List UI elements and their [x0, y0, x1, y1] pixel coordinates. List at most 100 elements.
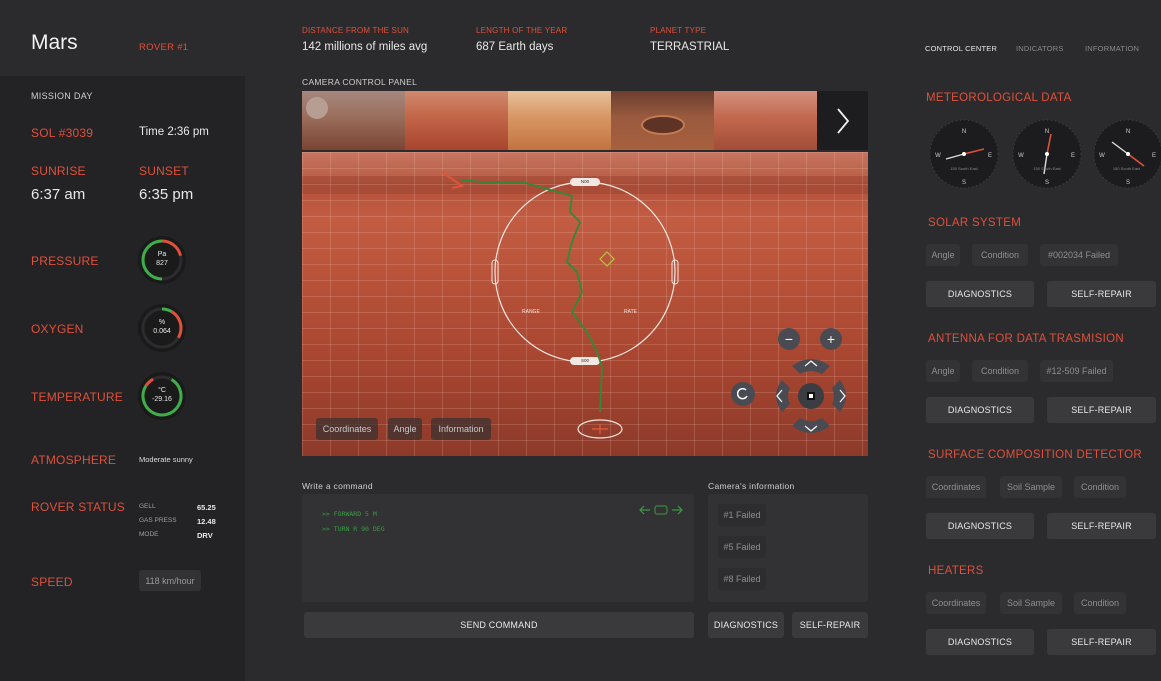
atmosphere-value: Moderate sunny — [139, 455, 193, 464]
fact-year: LENGTH OF THE YEAR 687 Earth days — [476, 26, 567, 53]
oxygen-value: 0.064 — [153, 328, 171, 335]
hud-range-label: RANGE — [522, 309, 540, 315]
surface-detector-title: SURFACE COMPOSITION DETECTOR — [928, 449, 1142, 461]
status-row: GELL 65.25 — [139, 503, 219, 512]
nav-information[interactable]: INFORMATION — [1085, 44, 1139, 53]
svg-text:E: E — [1071, 153, 1075, 159]
solar-diagnostics-button[interactable]: DIAGNOSTICS — [926, 281, 1034, 307]
fact-value: 687 Earth days — [476, 41, 554, 53]
sol-label: SOL #3039 — [31, 126, 94, 140]
solar-system-title: SOLAR SYSTEM — [928, 217, 1022, 229]
status-row: MODE DRV — [139, 531, 219, 540]
svg-text:S: S — [1045, 180, 1049, 186]
svg-text:N: N — [1045, 129, 1049, 135]
direction-pad[interactable] — [768, 356, 854, 436]
camera-thumbnail[interactable] — [405, 91, 508, 150]
nav-indicators[interactable]: INDICATORS — [1016, 44, 1064, 53]
status-key: GELL — [139, 503, 156, 510]
camera-angle-button[interactable]: Angle — [388, 418, 422, 440]
heaters-condition-chip[interactable]: Condition — [1074, 592, 1126, 614]
rover-label[interactable]: ROVER #1 — [139, 42, 188, 53]
svg-text:W: W — [935, 153, 941, 159]
fact-label: DISTANCE FROM THE SUN — [302, 26, 410, 35]
command-input[interactable]: >> FORWARD 5 M >> TURN R 90 DEG — [302, 494, 694, 602]
camera-main-view[interactable]: N00 S00 RANGE RATE Coordinates Angle Inf… — [302, 152, 868, 456]
camera-coordinates-button[interactable]: Coordinates — [316, 418, 378, 440]
heaters-coordinates-chip[interactable]: Coordinates — [926, 592, 986, 614]
antenna-diagnostics-button[interactable]: DIAGNOSTICS — [926, 397, 1034, 423]
fact-value: 142 millions of miles avg — [302, 41, 428, 53]
camera-thumbnail[interactable] — [714, 91, 817, 150]
status-value: 65.25 — [197, 503, 216, 512]
command-cursor-controls-icon[interactable] — [638, 503, 684, 515]
zoom-out-button[interactable]: − — [778, 328, 800, 350]
heaters-self-repair-button[interactable]: SELF-REPAIR — [1047, 629, 1156, 655]
antenna-title: ANTENNA FOR DATA TRASMISION — [928, 333, 1124, 345]
status-value: 12.48 — [197, 517, 216, 526]
temperature-unit: °C — [158, 387, 166, 394]
fact-label: LENGTH OF THE YEAR — [476, 26, 568, 35]
atmosphere-label: ATMOSPHERE — [31, 453, 117, 467]
camera-thumbnail-strip — [302, 91, 868, 150]
heaters-diagnostics-button[interactable]: DIAGNOSTICS — [926, 629, 1034, 655]
pressure-value: 827 — [156, 260, 168, 267]
solar-condition-chip[interactable]: Condition — [972, 244, 1028, 266]
surface-coordinates-chip[interactable]: Coordinates — [926, 476, 986, 498]
solar-angle-chip[interactable]: Angle — [926, 244, 960, 266]
compass-dial: N S W E 150 South East — [1011, 118, 1083, 190]
solar-self-repair-button[interactable]: SELF-REPAIR — [1047, 281, 1156, 307]
sunrise-label: SUNRISE — [31, 164, 86, 178]
meteo-title: METEOROLOGICAL DATA — [926, 92, 1072, 104]
camera-thumbnail[interactable] — [508, 91, 611, 150]
sunrise-time: 6:37 am — [31, 186, 86, 203]
camera-info-label: Camera's information — [708, 481, 795, 491]
svg-text:N: N — [1126, 129, 1130, 135]
antenna-angle-chip[interactable]: Angle — [926, 360, 960, 382]
hud-heading-bottom: S00 — [580, 358, 589, 363]
rover-status-label: ROVER STATUS — [31, 500, 125, 514]
heaters-soil-sample-chip[interactable]: Soil Sample — [1000, 592, 1062, 614]
antenna-condition-chip[interactable]: Condition — [972, 360, 1028, 382]
oxygen-label: OXYGEN — [31, 322, 84, 336]
camera-diagnostics-button[interactable]: DIAGNOSTICS — [708, 612, 784, 638]
antenna-self-repair-button[interactable]: SELF-REPAIR — [1047, 397, 1156, 423]
camera-self-repair-button[interactable]: SELF-REPAIR — [792, 612, 868, 638]
camera-failure-chip[interactable]: #1 Failed — [718, 504, 766, 526]
svg-text:W: W — [1099, 153, 1105, 159]
fact-distance: DISTANCE FROM THE SUN 142 millions of mi… — [302, 26, 427, 53]
temperature-label: TEMPERATURE — [31, 390, 123, 404]
surface-self-repair-button[interactable]: SELF-REPAIR — [1047, 513, 1156, 539]
hud-heading-top: N00 — [580, 179, 590, 184]
speed-label: SPEED — [31, 575, 73, 589]
pressure-unit: Pa — [157, 251, 167, 258]
compass-dial: N S W E 150 South East — [1092, 118, 1161, 190]
solar-failure-chip[interactable]: #002034 Failed — [1040, 244, 1118, 266]
compass-caption: 150 South East — [1033, 166, 1061, 171]
svg-text:N: N — [962, 129, 966, 135]
compass-caption: 150 South East — [1112, 166, 1141, 171]
antenna-failure-chip[interactable]: #12-509 Failed — [1040, 360, 1113, 382]
rotate-icon[interactable] — [731, 382, 755, 406]
camera-failure-chip[interactable]: #5 Failed — [718, 536, 766, 558]
camera-information-button[interactable]: Information — [431, 418, 491, 440]
compass-caption: 150 South East — [950, 166, 978, 171]
camera-thumbnail[interactable] — [611, 91, 714, 150]
hud-rate-label: RATE — [624, 309, 637, 315]
surface-condition-chip[interactable]: Condition — [1074, 476, 1126, 498]
speed-value: 118 km/hour — [139, 570, 201, 591]
surface-soil-sample-chip[interactable]: Soil Sample — [1000, 476, 1062, 498]
surface-diagnostics-button[interactable]: DIAGNOSTICS — [926, 513, 1034, 539]
nav-control-center[interactable]: CONTROL CENTER — [925, 44, 997, 53]
compass-dial: N S W E 150 South East — [928, 118, 1000, 190]
zoom-in-button[interactable]: + — [820, 328, 842, 350]
command-label: Write a command — [302, 481, 373, 491]
status-value: DRV — [197, 531, 213, 540]
chevron-right-icon[interactable] — [817, 91, 868, 150]
svg-text:S: S — [962, 180, 966, 186]
fact-value: TERRASTRIAL — [650, 41, 730, 53]
planet-title: Mars — [31, 31, 78, 54]
camera-thumbnail[interactable] — [302, 91, 405, 150]
send-command-button[interactable]: SEND COMMAND — [304, 612, 694, 638]
sunset-label: SUNSET — [139, 164, 189, 178]
camera-failure-chip[interactable]: #8 Failed — [718, 568, 766, 590]
